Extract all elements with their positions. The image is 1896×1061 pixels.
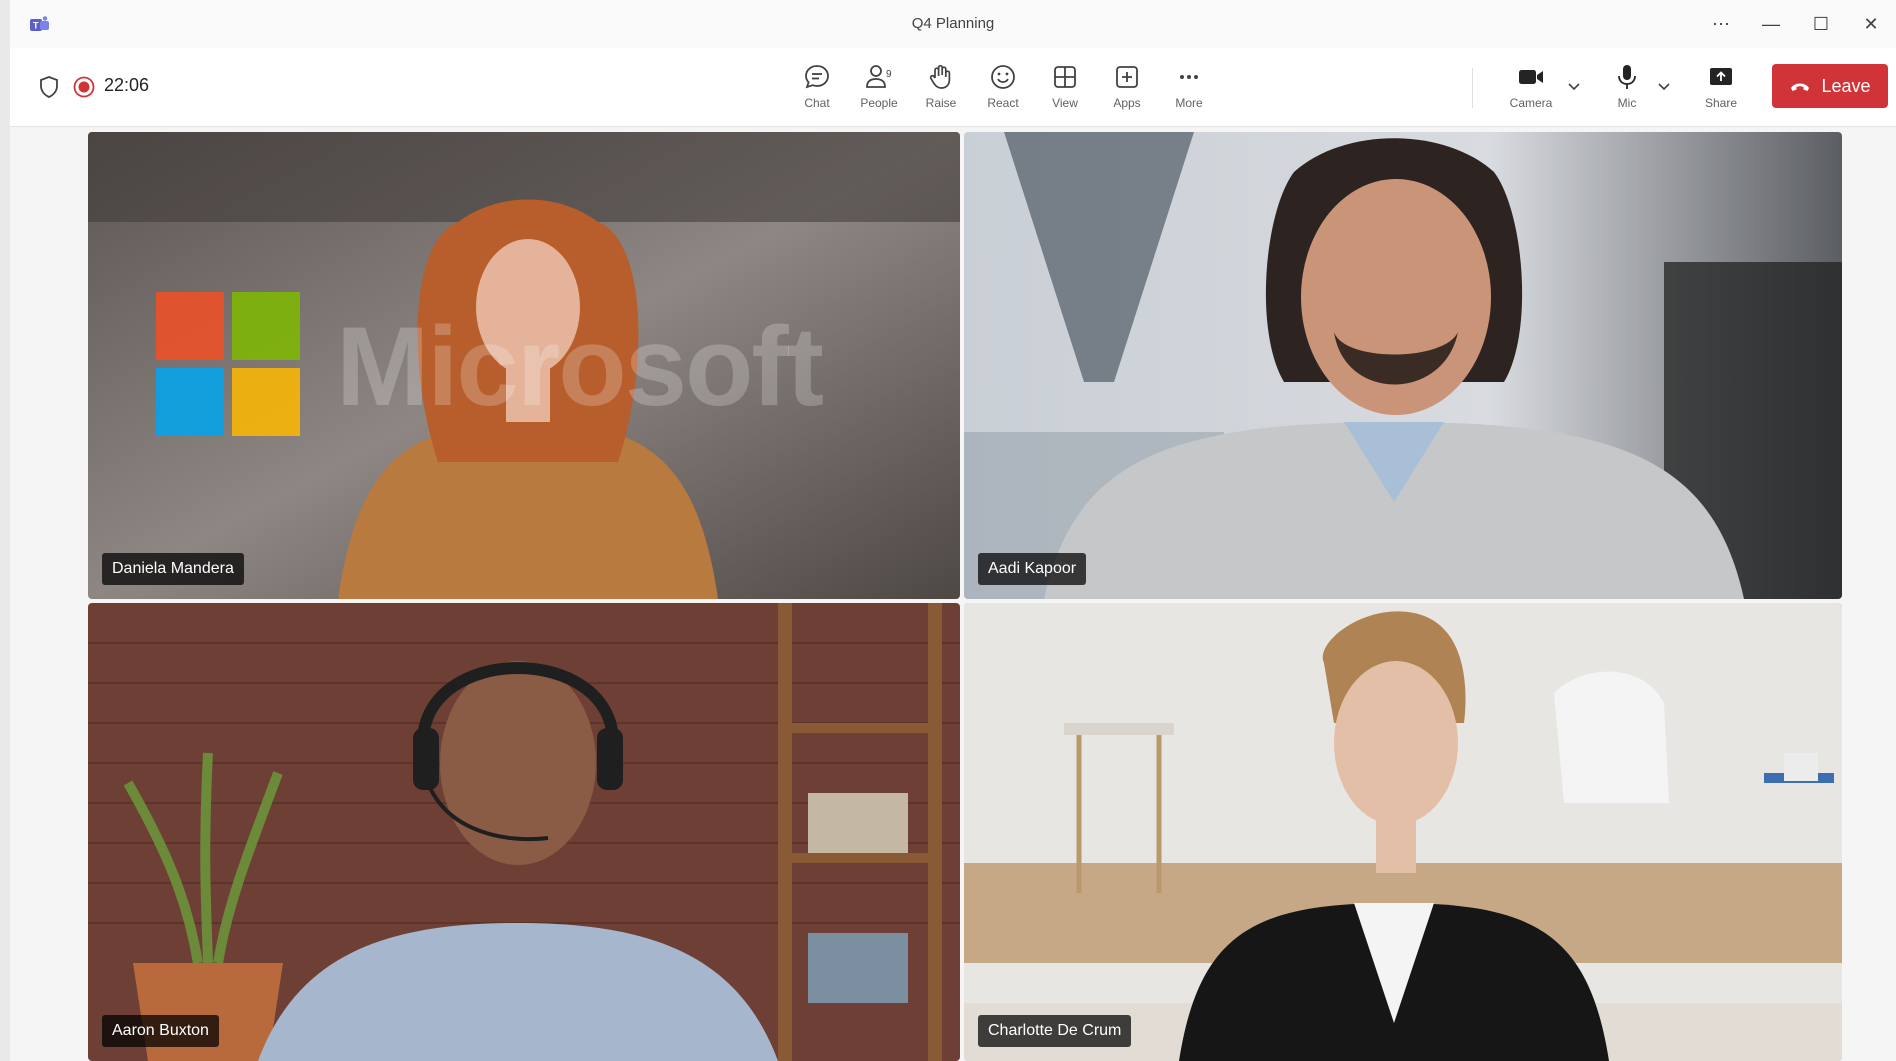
teams-window: T Q4 Planning ⋯ — ☐ ✕ 22:06 Chat 9 Peopl… — [10, 0, 1896, 1061]
video-tile-active-speaker[interactable]: Charlotte De Crum — [964, 603, 1842, 1061]
raise-hand-button[interactable]: Raise — [910, 62, 972, 116]
apps-button[interactable]: Apps — [1096, 62, 1158, 116]
more-icon — [1180, 75, 1198, 79]
window-more-icon[interactable]: ⋯ — [1706, 10, 1736, 38]
toolbar-divider — [1472, 68, 1473, 108]
share-button[interactable]: Share — [1690, 62, 1752, 116]
video-stage: Microsoft Daniela Mandera Aadi Kapoor Aa… — [10, 127, 1896, 1061]
view-label: View — [1052, 96, 1078, 110]
ms-logo-green — [232, 292, 300, 360]
share-screen-icon — [1710, 68, 1732, 85]
camera-button[interactable]: Camera — [1500, 62, 1562, 116]
people-icon: 9 — [866, 65, 892, 88]
close-icon[interactable]: ✕ — [1856, 10, 1886, 38]
mic-label: Mic — [1617, 96, 1637, 110]
maximize-icon[interactable]: ☐ — [1806, 10, 1836, 38]
add-app-icon — [1116, 66, 1138, 88]
camera-icon — [1519, 70, 1543, 84]
microphone-icon — [1618, 65, 1636, 89]
people-count: 9 — [886, 69, 892, 80]
ms-logo-yellow — [232, 368, 300, 436]
chat-button[interactable]: Chat — [786, 62, 848, 116]
participant-video — [964, 132, 1842, 599]
shield-icon — [40, 76, 58, 98]
more-button[interactable]: More — [1158, 62, 1220, 116]
background-brand-text: Microsoft — [336, 304, 824, 429]
video-tile[interactable]: Aadi Kapoor — [964, 132, 1842, 599]
video-tile[interactable]: Microsoft Daniela Mandera — [88, 132, 960, 599]
people-button[interactable]: 9 People — [848, 62, 910, 116]
chat-icon — [805, 65, 829, 89]
raise-label: Raise — [925, 96, 957, 110]
ms-logo-red — [156, 292, 224, 360]
participant-name-tag: Daniela Mandera — [102, 553, 244, 585]
react-button[interactable]: React — [972, 62, 1034, 116]
participant-video — [88, 603, 960, 1061]
leave-label: Leave — [1821, 75, 1871, 96]
apps-label: Apps — [1113, 96, 1141, 110]
video-tile[interactable]: Aaron Buxton — [88, 603, 960, 1061]
recording-icon — [73, 76, 95, 98]
smiley-icon — [991, 65, 1015, 89]
participant-name-tag: Aadi Kapoor — [978, 553, 1087, 585]
window-title: Q4 Planning — [911, 15, 995, 32]
participant-name-tag: Aaron Buxton — [102, 1015, 219, 1047]
grid-view-icon — [1054, 66, 1076, 88]
people-label: People — [860, 96, 898, 110]
more-label: More — [1175, 96, 1203, 110]
minimize-icon[interactable]: — — [1756, 10, 1786, 38]
leave-button[interactable]: Leave — [1772, 64, 1888, 108]
camera-label: Camera — [1509, 96, 1553, 110]
ms-logo-blue — [156, 368, 224, 436]
react-label: React — [987, 96, 1019, 110]
chat-label: Chat — [804, 96, 830, 110]
mic-options-chevron-icon[interactable] — [1656, 78, 1672, 94]
meeting-toolbar: 22:06 Chat 9 People Raise React View App… — [10, 48, 1896, 127]
raise-hand-icon — [929, 64, 951, 89]
meeting-timer: 22:06 — [104, 75, 150, 95]
participant-name-tag: Charlotte De Crum — [978, 1015, 1132, 1047]
hang-up-icon — [1791, 83, 1810, 91]
participant-video — [964, 603, 1842, 1061]
title-bar: T Q4 Planning ⋯ — ☐ ✕ — [10, 0, 1896, 49]
camera-options-chevron-icon[interactable] — [1566, 78, 1582, 94]
view-button[interactable]: View — [1034, 62, 1096, 116]
share-label: Share — [1704, 96, 1738, 110]
mic-button[interactable]: Mic — [1596, 62, 1658, 116]
